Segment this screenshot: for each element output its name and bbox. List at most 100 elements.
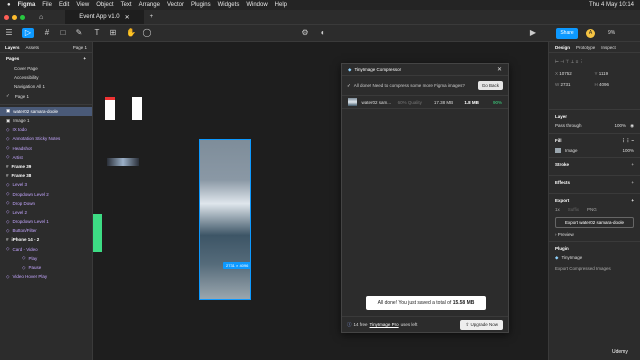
- hand-tool-icon[interactable]: ✋: [126, 28, 136, 38]
- wave-image-small[interactable]: [107, 158, 139, 166]
- menu-help[interactable]: Help: [275, 2, 287, 8]
- layer-item[interactable]: ▣ Image 1: [0, 116, 92, 125]
- page-item[interactable]: ✓ Page 1: [0, 92, 92, 101]
- layer-item[interactable]: ▣ water02 samara-doole: [0, 106, 92, 116]
- avatar[interactable]: A: [586, 29, 595, 38]
- layer-item[interactable]: ◇ Level 2: [0, 208, 92, 217]
- shape-tool-icon[interactable]: □: [58, 28, 68, 38]
- layer-item[interactable]: ◇ IX todo: [0, 125, 92, 134]
- export-button[interactable]: Export water02 samara-doole: [555, 217, 634, 228]
- layer-item[interactable]: ◇ Play: [0, 254, 92, 263]
- image-swatch-icon[interactable]: [555, 148, 561, 153]
- image-layer-icon: ▣: [6, 117, 11, 123]
- menu-widgets[interactable]: Widgets: [218, 2, 240, 8]
- layer-item[interactable]: ◇ Video Hover Play: [0, 272, 92, 281]
- page-item[interactable]: Cover Page: [0, 64, 92, 73]
- selected-water-image[interactable]: [199, 139, 251, 300]
- frame-thumb-2[interactable]: [132, 97, 142, 120]
- mask-icon[interactable]: ◐: [318, 28, 328, 38]
- main-menu-icon[interactable]: ☰: [4, 28, 14, 38]
- tab-prototype[interactable]: Prototype: [576, 45, 595, 50]
- layer-item[interactable]: ◇ Pause: [0, 263, 92, 272]
- apple-icon[interactable]: ●: [7, 2, 11, 8]
- preview-toggle[interactable]: › Preview: [555, 232, 634, 237]
- close-tab-icon[interactable]: ✕: [125, 14, 130, 21]
- menu-vector[interactable]: Vector: [167, 2, 184, 8]
- green-frame[interactable]: [93, 214, 102, 252]
- comment-tool-icon[interactable]: ◯: [142, 28, 152, 38]
- menu-text[interactable]: Text: [121, 2, 132, 8]
- text-tool-icon[interactable]: T: [92, 28, 102, 38]
- tab-assets[interactable]: Assets: [26, 45, 40, 50]
- menu-edit[interactable]: Edit: [59, 2, 69, 8]
- export-format[interactable]: PNG: [587, 207, 597, 212]
- page-label: Cover Page: [14, 66, 38, 72]
- menu-object[interactable]: Object: [96, 2, 113, 8]
- page-item[interactable]: Accessibility: [0, 73, 92, 82]
- layer-item[interactable]: ◇ Drop Down: [0, 199, 92, 208]
- move-tool-icon[interactable]: ▷: [22, 28, 34, 38]
- menu-window[interactable]: Window: [246, 2, 267, 8]
- blend-mode-select[interactable]: Pass through: [555, 123, 582, 129]
- alignment-row[interactable]: ⊢ ⊣ ⊤ ⊥ ≡ ⋮: [549, 53, 640, 67]
- fill-type[interactable]: Image: [565, 148, 578, 153]
- menu-plugins[interactable]: Plugins: [191, 2, 211, 8]
- layer-item[interactable]: ◇ Annotation Sticky Notes: [0, 134, 92, 143]
- layer-item[interactable]: # Frame 39: [0, 162, 92, 171]
- plugin-action[interactable]: Export Compressed Images: [555, 266, 634, 271]
- minimize-window-button[interactable]: [12, 14, 17, 20]
- menu-app[interactable]: Figma: [18, 2, 36, 8]
- page-select[interactable]: Page 1: [73, 45, 87, 50]
- layer-item[interactable]: ◇ Headshot: [0, 144, 92, 153]
- new-tab-icon[interactable]: +: [150, 14, 154, 20]
- layer-item[interactable]: # Frame 38: [0, 171, 92, 180]
- share-button[interactable]: Share: [556, 28, 578, 39]
- close-plugin-icon[interactable]: ✕: [497, 66, 502, 73]
- layer-item[interactable]: ◇ Card - Video: [0, 245, 92, 254]
- layer-item[interactable]: ◇ Artist: [0, 153, 92, 162]
- add-export-icon[interactable]: +: [631, 198, 634, 203]
- page-item[interactable]: Navigation All 1: [0, 82, 92, 91]
- maximize-window-button[interactable]: [20, 14, 25, 20]
- plugin-name[interactable]: TinyImage: [561, 255, 582, 261]
- x-field[interactable]: X 10752: [555, 71, 595, 76]
- menu-file[interactable]: File: [42, 2, 52, 8]
- y-field[interactable]: Y 1119: [595, 71, 635, 76]
- layer-opacity[interactable]: 100%: [615, 123, 627, 129]
- upgrade-now-button[interactable]: ⇧ Upgrade Now: [460, 319, 503, 330]
- add-stroke-icon[interactable]: +: [631, 162, 634, 171]
- layer-item[interactable]: ◇ Level 3: [0, 180, 92, 189]
- fill-opacity[interactable]: 100%: [622, 148, 634, 153]
- tab-design[interactable]: Design: [555, 45, 570, 50]
- h-field[interactable]: H 4096: [595, 82, 635, 87]
- zoom-level[interactable]: 9%: [608, 30, 615, 36]
- edit-object-icon[interactable]: ⚙: [300, 28, 310, 38]
- layer-item[interactable]: ◇ Dropdown Level 2: [0, 189, 92, 198]
- resources-icon[interactable]: ⊞: [108, 28, 118, 38]
- play-icon[interactable]: ▶: [528, 28, 538, 38]
- layer-item[interactable]: ◇ Dropdown Level 1: [0, 217, 92, 226]
- export-suffix[interactable]: Suffix: [568, 207, 579, 212]
- menu-arrange[interactable]: Arrange: [139, 2, 160, 8]
- menu-view[interactable]: View: [76, 2, 89, 8]
- frame-tool-icon[interactable]: #: [42, 28, 52, 38]
- layer-label: IX todo: [12, 127, 27, 133]
- visibility-icon[interactable]: ◉: [630, 123, 634, 129]
- pen-tool-icon[interactable]: ✎: [74, 28, 84, 38]
- plugin-window: ◆ TinyImage Compressor ✕ ✓ All done! Nee…: [341, 63, 509, 333]
- w-field[interactable]: W 2731: [555, 82, 595, 87]
- add-page-icon[interactable]: +: [83, 56, 86, 61]
- add-effect-icon[interactable]: +: [631, 180, 634, 189]
- fill-style-icon[interactable]: ⋮⋮ −: [621, 138, 634, 144]
- export-scale[interactable]: 1x: [555, 207, 560, 212]
- close-window-button[interactable]: [4, 14, 9, 20]
- go-back-button[interactable]: Go Back: [477, 81, 503, 90]
- tab-layers[interactable]: Layers: [5, 45, 20, 50]
- home-icon[interactable]: ⌂: [39, 14, 43, 21]
- layer-item[interactable]: # iPhone 14 - 2: [0, 235, 92, 244]
- tinyimage-pro-link[interactable]: TinyImage Pro: [370, 322, 399, 327]
- tab-inspect[interactable]: Inspect: [601, 45, 616, 50]
- tab-event-app[interactable]: Event App v1.0 ✕: [65, 10, 144, 24]
- frame-thumb-1[interactable]: [105, 97, 115, 120]
- layer-item[interactable]: ◇ Button/Filter: [0, 226, 92, 235]
